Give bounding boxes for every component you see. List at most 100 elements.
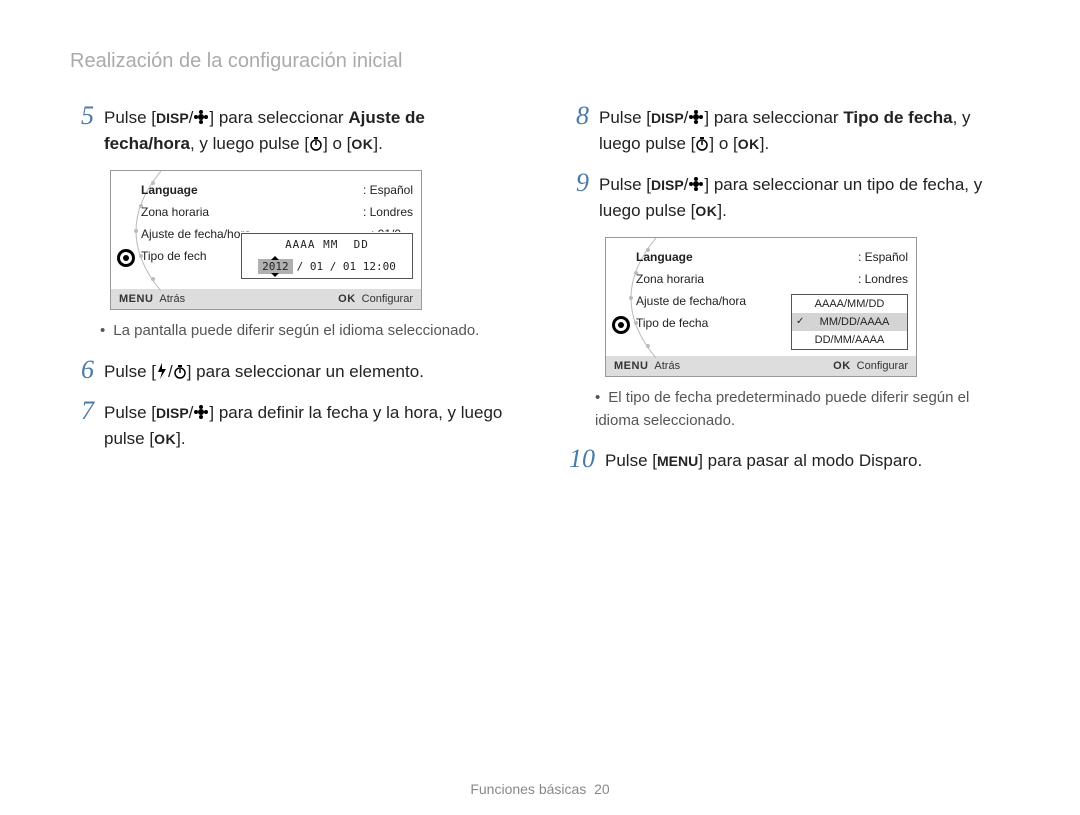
label: Zona horaria (141, 205, 209, 219)
note-list: El tipo de fecha predeterminado puede di… (595, 387, 1010, 432)
text: Pulse [ (104, 362, 156, 381)
date-edit-popup: AAAA MM DD 2012 / 01 / 01 12:00 (241, 233, 413, 279)
bold-term: Tipo de fecha (843, 108, 952, 127)
timer-icon (695, 137, 709, 151)
menu-icon: MENU (119, 293, 153, 305)
menu-icon: MENU (657, 451, 698, 472)
footer-right: OK Configurar (338, 293, 413, 305)
text: Pulse [ (104, 108, 156, 127)
step-text: Pulse [DISP/] para seleccionar un tipo d… (599, 170, 1010, 223)
ui-body: Language: Español Zona horaria: Londres … (606, 238, 916, 356)
label: Language (636, 250, 693, 264)
text: ]. (717, 201, 726, 220)
ui-body: Language: Español Zona horaria: Londres … (111, 171, 421, 289)
timer-icon (309, 137, 323, 151)
text: Pulse [ (599, 175, 651, 194)
step-10: 10 Pulse [MENU] para pasar al modo Dispa… (565, 446, 1010, 474)
label: Tipo de fecha (636, 316, 708, 330)
left-column: 5 Pulse [DISP/] para seleccionar Ajuste … (70, 103, 515, 488)
footer-label: Funciones básicas (470, 781, 586, 797)
section-title: Realización de la configuración inicial (70, 50, 1010, 73)
option-ddmmyyyy[interactable]: DD/MM/AAAA (792, 331, 907, 349)
text: ] para seleccionar un elemento. (187, 362, 424, 381)
ok-icon: OK (338, 293, 356, 305)
back-label: Atrás (159, 293, 185, 305)
ok-icon: OK (833, 360, 851, 372)
flower-icon (193, 404, 209, 420)
row-language: Language : Español (141, 179, 413, 201)
text: ]. (760, 134, 769, 153)
two-column-layout: 5 Pulse [DISP/] para seleccionar Ajuste … (70, 103, 1010, 488)
text: ]. (373, 134, 382, 153)
ok-icon: OK (695, 201, 717, 222)
step-number: 10 (565, 446, 595, 472)
gear-icon (117, 249, 135, 267)
text: Pulse [ (104, 403, 156, 422)
val: Londres (370, 205, 413, 219)
val: Londres (865, 272, 908, 286)
step-number: 7 (70, 398, 94, 424)
option-mmddyyyy[interactable]: MM/DD/AAAA (792, 313, 907, 331)
note-item: El tipo de fecha predeterminado puede di… (595, 387, 1010, 432)
label: Zona horaria (636, 272, 704, 286)
label: Ajuste de fecha/hora (636, 294, 746, 308)
format-row: AAAA MM DD (242, 234, 412, 255)
set-label: Configurar (857, 360, 908, 372)
page-number: 20 (594, 781, 610, 797)
page-footer: Funciones básicas 20 (0, 781, 1080, 797)
step-text: Pulse [MENU] para pasar al modo Disparo. (605, 446, 922, 474)
option-yyyymmdd[interactable]: AAAA/MM/DD (792, 295, 907, 313)
camera-ui-datetime: Language: Español Zona horaria: Londres … (110, 170, 422, 310)
disp-icon: DISP (651, 108, 684, 129)
text: ] para pasar al modo Disparo. (698, 451, 922, 470)
step-text: Pulse [DISP/] para definir la fecha y la… (104, 398, 515, 451)
text: Pulse [ (605, 451, 657, 470)
year-spinner[interactable]: 2012 (258, 259, 293, 274)
ui-footer: MENUAtrás OKConfigurar (606, 356, 916, 376)
disp-icon: DISP (156, 403, 189, 424)
step-text: Pulse [DISP/] para seleccionar Tipo de f… (599, 103, 1010, 156)
value: : Español (363, 183, 413, 197)
footer-left: MENU Atrás (119, 293, 185, 305)
gear-icon (612, 316, 630, 334)
flash-icon (156, 363, 168, 379)
text: ] para seleccionar (209, 108, 348, 127)
label: Language (141, 183, 198, 197)
timer-icon (173, 365, 187, 379)
value: : Londres (363, 205, 413, 219)
text: ] o [ (323, 134, 351, 153)
label: MM/DD/AAAA (820, 316, 890, 328)
value: : Español (858, 250, 908, 264)
ok-icon: OK (738, 134, 760, 155)
text: ]. (176, 429, 185, 448)
step-5: 5 Pulse [DISP/] para seleccionar Ajuste … (70, 103, 515, 156)
row-language: Language : Español (636, 246, 908, 268)
ui-footer: MENU Atrás OK Configurar (111, 289, 421, 309)
row-timezone: Zona horaria : Londres (141, 201, 413, 223)
flower-icon (193, 109, 209, 125)
date-type-popup: AAAA/MM/DD MM/DD/AAAA DD/MM/AAAA (791, 294, 908, 350)
flower-icon (688, 109, 704, 125)
val: Español (370, 183, 413, 197)
set-label: Configurar (362, 293, 413, 305)
step-text: Pulse [DISP/] para seleccionar Ajuste de… (104, 103, 515, 156)
label: Ajuste de fecha/hora (141, 227, 251, 241)
step-8: 8 Pulse [DISP/] para seleccionar Tipo de… (565, 103, 1010, 156)
row-timezone: Zona horaria : Londres (636, 268, 908, 290)
step-number: 9 (565, 170, 589, 196)
disp-icon: DISP (156, 108, 189, 129)
value-row: 2012 / 01 / 01 12:00 (242, 255, 412, 278)
text: ] para seleccionar (704, 108, 843, 127)
text: Pulse [ (599, 108, 651, 127)
note-list: La pantalla puede diferir según el idiom… (100, 320, 515, 343)
step-text: Pulse [/] para seleccionar un elemento. (104, 357, 424, 385)
rest-value: / 01 / 01 12:00 (297, 260, 396, 273)
manual-page: Realización de la configuración inicial … (0, 0, 1080, 815)
menu-icon: MENU (614, 360, 648, 372)
camera-ui-datetype: Language: Español Zona horaria: Londres … (605, 237, 917, 377)
note-item: La pantalla puede diferir según el idiom… (100, 320, 515, 343)
flower-icon (688, 176, 704, 192)
value: : Londres (858, 272, 908, 286)
step-7: 7 Pulse [DISP/] para definir la fecha y … (70, 398, 515, 451)
ok-icon: OK (154, 429, 176, 450)
